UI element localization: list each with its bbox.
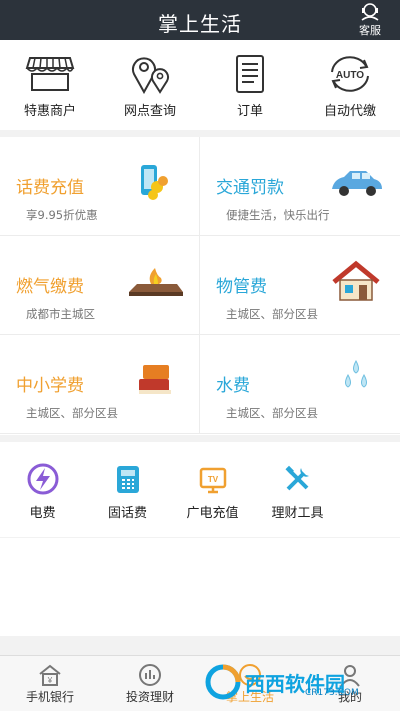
location-pin-icon bbox=[132, 57, 169, 94]
page-title: 掌上生活 bbox=[158, 12, 242, 36]
service-label: 电费 bbox=[29, 506, 56, 521]
payment-tiles: 话费充值 享9.95折优惠 交通罚款 便捷生活，快乐出行 燃气缴费 成都市主城区… bbox=[0, 137, 400, 435]
storefront-icon bbox=[25, 57, 75, 91]
quick-action-auto-pay[interactable]: AUTO 自动代缴 bbox=[300, 40, 400, 130]
tile-subtitle: 主城区、部分区县 bbox=[226, 406, 318, 420]
document-icon bbox=[236, 55, 264, 93]
tile-property-fee[interactable]: 物管费 主城区、部分区县 bbox=[200, 236, 400, 335]
quick-action-label: 网点查询 bbox=[123, 104, 176, 119]
svg-text:¥: ¥ bbox=[47, 676, 53, 685]
service-label: 固话费 bbox=[107, 506, 147, 521]
quick-action-branch-search[interactable]: 网点查询 bbox=[100, 40, 200, 130]
top-bar: 掌上生活 客服 bbox=[0, 0, 400, 40]
service-cable-tv[interactable]: TV 广电充值 bbox=[170, 442, 255, 537]
phone-coins-icon bbox=[141, 165, 168, 200]
svg-text:TV: TV bbox=[207, 475, 218, 484]
utility-services: 电费 固话费 TV 广电充值 理财工具 bbox=[0, 442, 400, 537]
tile-subtitle: 享9.95折优惠 bbox=[26, 208, 98, 222]
tile-traffic-fines[interactable]: 交通罚款 便捷生活，快乐出行 bbox=[200, 137, 400, 236]
tile-subtitle: 便捷生活，快乐出行 bbox=[226, 208, 330, 222]
bank-icon: ¥ bbox=[39, 664, 61, 686]
tile-school-fees[interactable]: 中小学费 主城区、部分区县 bbox=[0, 335, 200, 434]
tab-label: 手机银行 bbox=[25, 690, 74, 704]
tile-gas-payment[interactable]: 燃气缴费 成都市主城区 bbox=[0, 236, 200, 335]
tile-title: 交通罚款 bbox=[216, 178, 284, 198]
tile-water-fee[interactable]: 水费 主城区、部分区县 bbox=[200, 335, 400, 434]
service-electricity[interactable]: 电费 bbox=[0, 442, 85, 537]
auto-renew-icon: AUTO bbox=[331, 56, 369, 92]
tile-title: 水费 bbox=[216, 376, 250, 396]
headset-icon bbox=[361, 3, 379, 21]
watermark: 西西软件园 CR173.COM bbox=[205, 662, 381, 702]
tile-subtitle: 主城区、部分区县 bbox=[226, 307, 318, 321]
tile-subtitle: 主城区、部分区县 bbox=[26, 406, 118, 420]
tab-mobile-banking[interactable]: ¥ 手机银行 bbox=[0, 656, 100, 711]
car-icon bbox=[332, 171, 382, 196]
house-icon bbox=[332, 260, 380, 301]
quick-action-merchants[interactable]: 特惠商户 bbox=[0, 40, 100, 130]
quick-action-label: 特惠商户 bbox=[23, 104, 76, 119]
lightning-icon bbox=[27, 463, 58, 495]
svg-text:AUTO: AUTO bbox=[336, 70, 364, 81]
service-label: 广电充值 bbox=[186, 506, 239, 521]
chart-icon bbox=[139, 664, 161, 686]
tile-title: 物管费 bbox=[216, 277, 267, 297]
books-icon bbox=[139, 365, 171, 394]
tv-icon: TV bbox=[199, 467, 226, 494]
watermark-logo-icon bbox=[205, 664, 241, 700]
tile-title: 中小学费 bbox=[16, 376, 84, 396]
tab-label: 投资理财 bbox=[125, 690, 174, 704]
customer-service-button[interactable]: 客服 bbox=[350, 2, 390, 38]
tile-subtitle: 成都市主城区 bbox=[26, 307, 95, 321]
gas-stove-icon bbox=[129, 268, 183, 296]
quick-action-orders[interactable]: 订单 bbox=[200, 40, 300, 130]
quick-action-label: 订单 bbox=[236, 104, 263, 119]
quick-action-label: 自动代缴 bbox=[323, 104, 376, 119]
service-finance-tools[interactable]: 理财工具 bbox=[255, 442, 340, 537]
empty-area bbox=[0, 538, 400, 636]
quick-actions: 特惠商户 网点查询 订单 AUTO 自动代缴 bbox=[0, 40, 400, 130]
tab-investment[interactable]: 投资理财 bbox=[100, 656, 200, 711]
service-label: 理财工具 bbox=[271, 506, 324, 521]
watermark-url: CR173.COM bbox=[305, 688, 359, 698]
tile-title: 燃气缴费 bbox=[16, 277, 84, 297]
tile-title: 话费充值 bbox=[16, 178, 84, 198]
service-landline[interactable]: 固话费 bbox=[85, 442, 170, 537]
tile-phone-recharge[interactable]: 话费充值 享9.95折优惠 bbox=[0, 137, 200, 236]
tools-icon bbox=[284, 465, 309, 491]
customer-service-label: 客服 bbox=[359, 24, 381, 37]
water-drops-icon bbox=[345, 359, 367, 388]
telephone-icon bbox=[116, 466, 139, 493]
